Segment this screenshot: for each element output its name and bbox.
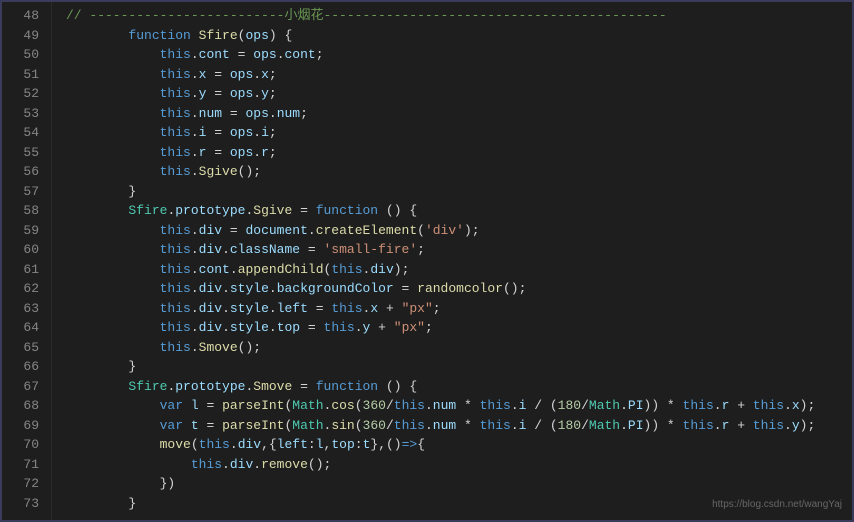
code-line: Sfire.prototype.Sgive = function () { (66, 201, 852, 221)
code-line: move(this.div,{left:l,top:t},()=>{ (66, 435, 852, 455)
line-number: 53 (10, 104, 39, 124)
code-line: this.div.style.backgroundColor = randomc… (66, 279, 852, 299)
line-number: 54 (10, 123, 39, 143)
line-number: 67 (10, 377, 39, 397)
code-line: this.num = ops.num; (66, 104, 852, 124)
line-number: 73 (10, 494, 39, 514)
line-number-gutter: 4849505152535455565758596061626364656667… (2, 2, 52, 520)
line-number: 58 (10, 201, 39, 221)
line-number: 48 (10, 6, 39, 26)
code-line: function Sfire(ops) { (66, 26, 852, 46)
code-line: this.div = document.createElement('div')… (66, 221, 852, 241)
code-line: this.div.remove(); (66, 455, 852, 475)
code-line: } (66, 182, 852, 202)
line-number: 70 (10, 435, 39, 455)
code-content[interactable]: // -------------------------小烟花---------… (52, 2, 852, 520)
watermark-text: https://blog.csdn.net/wangYaj (712, 495, 842, 515)
code-line: this.i = ops.i; (66, 123, 852, 143)
code-editor: 4849505152535455565758596061626364656667… (2, 2, 852, 520)
code-line: var l = parseInt(Math.cos(360/this.num *… (66, 396, 852, 416)
line-number: 60 (10, 240, 39, 260)
code-line: this.cont.appendChild(this.div); (66, 260, 852, 280)
line-number: 64 (10, 318, 39, 338)
code-line: this.Smove(); (66, 338, 852, 358)
code-line: this.div.className = 'small-fire'; (66, 240, 852, 260)
line-number: 62 (10, 279, 39, 299)
line-number: 49 (10, 26, 39, 46)
line-number: 57 (10, 182, 39, 202)
line-number: 55 (10, 143, 39, 163)
line-number: 66 (10, 357, 39, 377)
line-number: 59 (10, 221, 39, 241)
code-line: this.Sgive(); (66, 162, 852, 182)
line-number: 71 (10, 455, 39, 475)
code-line: this.x = ops.x; (66, 65, 852, 85)
code-line: var t = parseInt(Math.sin(360/this.num *… (66, 416, 852, 436)
code-line: }) (66, 474, 852, 494)
code-line: // -------------------------小烟花---------… (66, 6, 852, 26)
code-line: this.div.style.top = this.y + "px"; (66, 318, 852, 338)
line-number: 72 (10, 474, 39, 494)
code-line: this.y = ops.y; (66, 84, 852, 104)
line-number: 65 (10, 338, 39, 358)
code-line: } (66, 357, 852, 377)
code-line: Sfire.prototype.Smove = function () { (66, 377, 852, 397)
line-number: 61 (10, 260, 39, 280)
code-line: this.cont = ops.cont; (66, 45, 852, 65)
line-number: 63 (10, 299, 39, 319)
line-number: 69 (10, 416, 39, 436)
code-line: this.r = ops.r; (66, 143, 852, 163)
line-number: 52 (10, 84, 39, 104)
code-line: this.div.style.left = this.x + "px"; (66, 299, 852, 319)
line-number: 51 (10, 65, 39, 85)
line-number: 68 (10, 396, 39, 416)
line-number: 56 (10, 162, 39, 182)
line-number: 50 (10, 45, 39, 65)
